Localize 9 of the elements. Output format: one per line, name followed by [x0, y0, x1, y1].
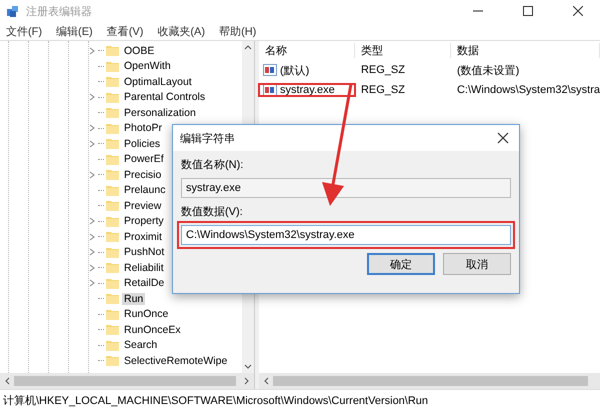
- field-label: 数值数据(V):: [181, 205, 244, 219]
- value-type: REG_SZ: [360, 84, 406, 96]
- window-title: 注册表编辑器: [26, 4, 92, 18]
- value-data: C:\Windows\System32\systra: [456, 84, 600, 96]
- value-data: (数值未设置): [456, 64, 520, 78]
- value-type: REG_SZ: [360, 64, 406, 76]
- status-text: 计算机\HKEY_LOCAL_MACHINE\SOFTWARE\Microsoft\Windows\CurrentVersion\Run: [3, 394, 428, 408]
- field-label: 数值名称(N):: [181, 158, 244, 172]
- dialog-title: 编辑字符串: [180, 132, 235, 146]
